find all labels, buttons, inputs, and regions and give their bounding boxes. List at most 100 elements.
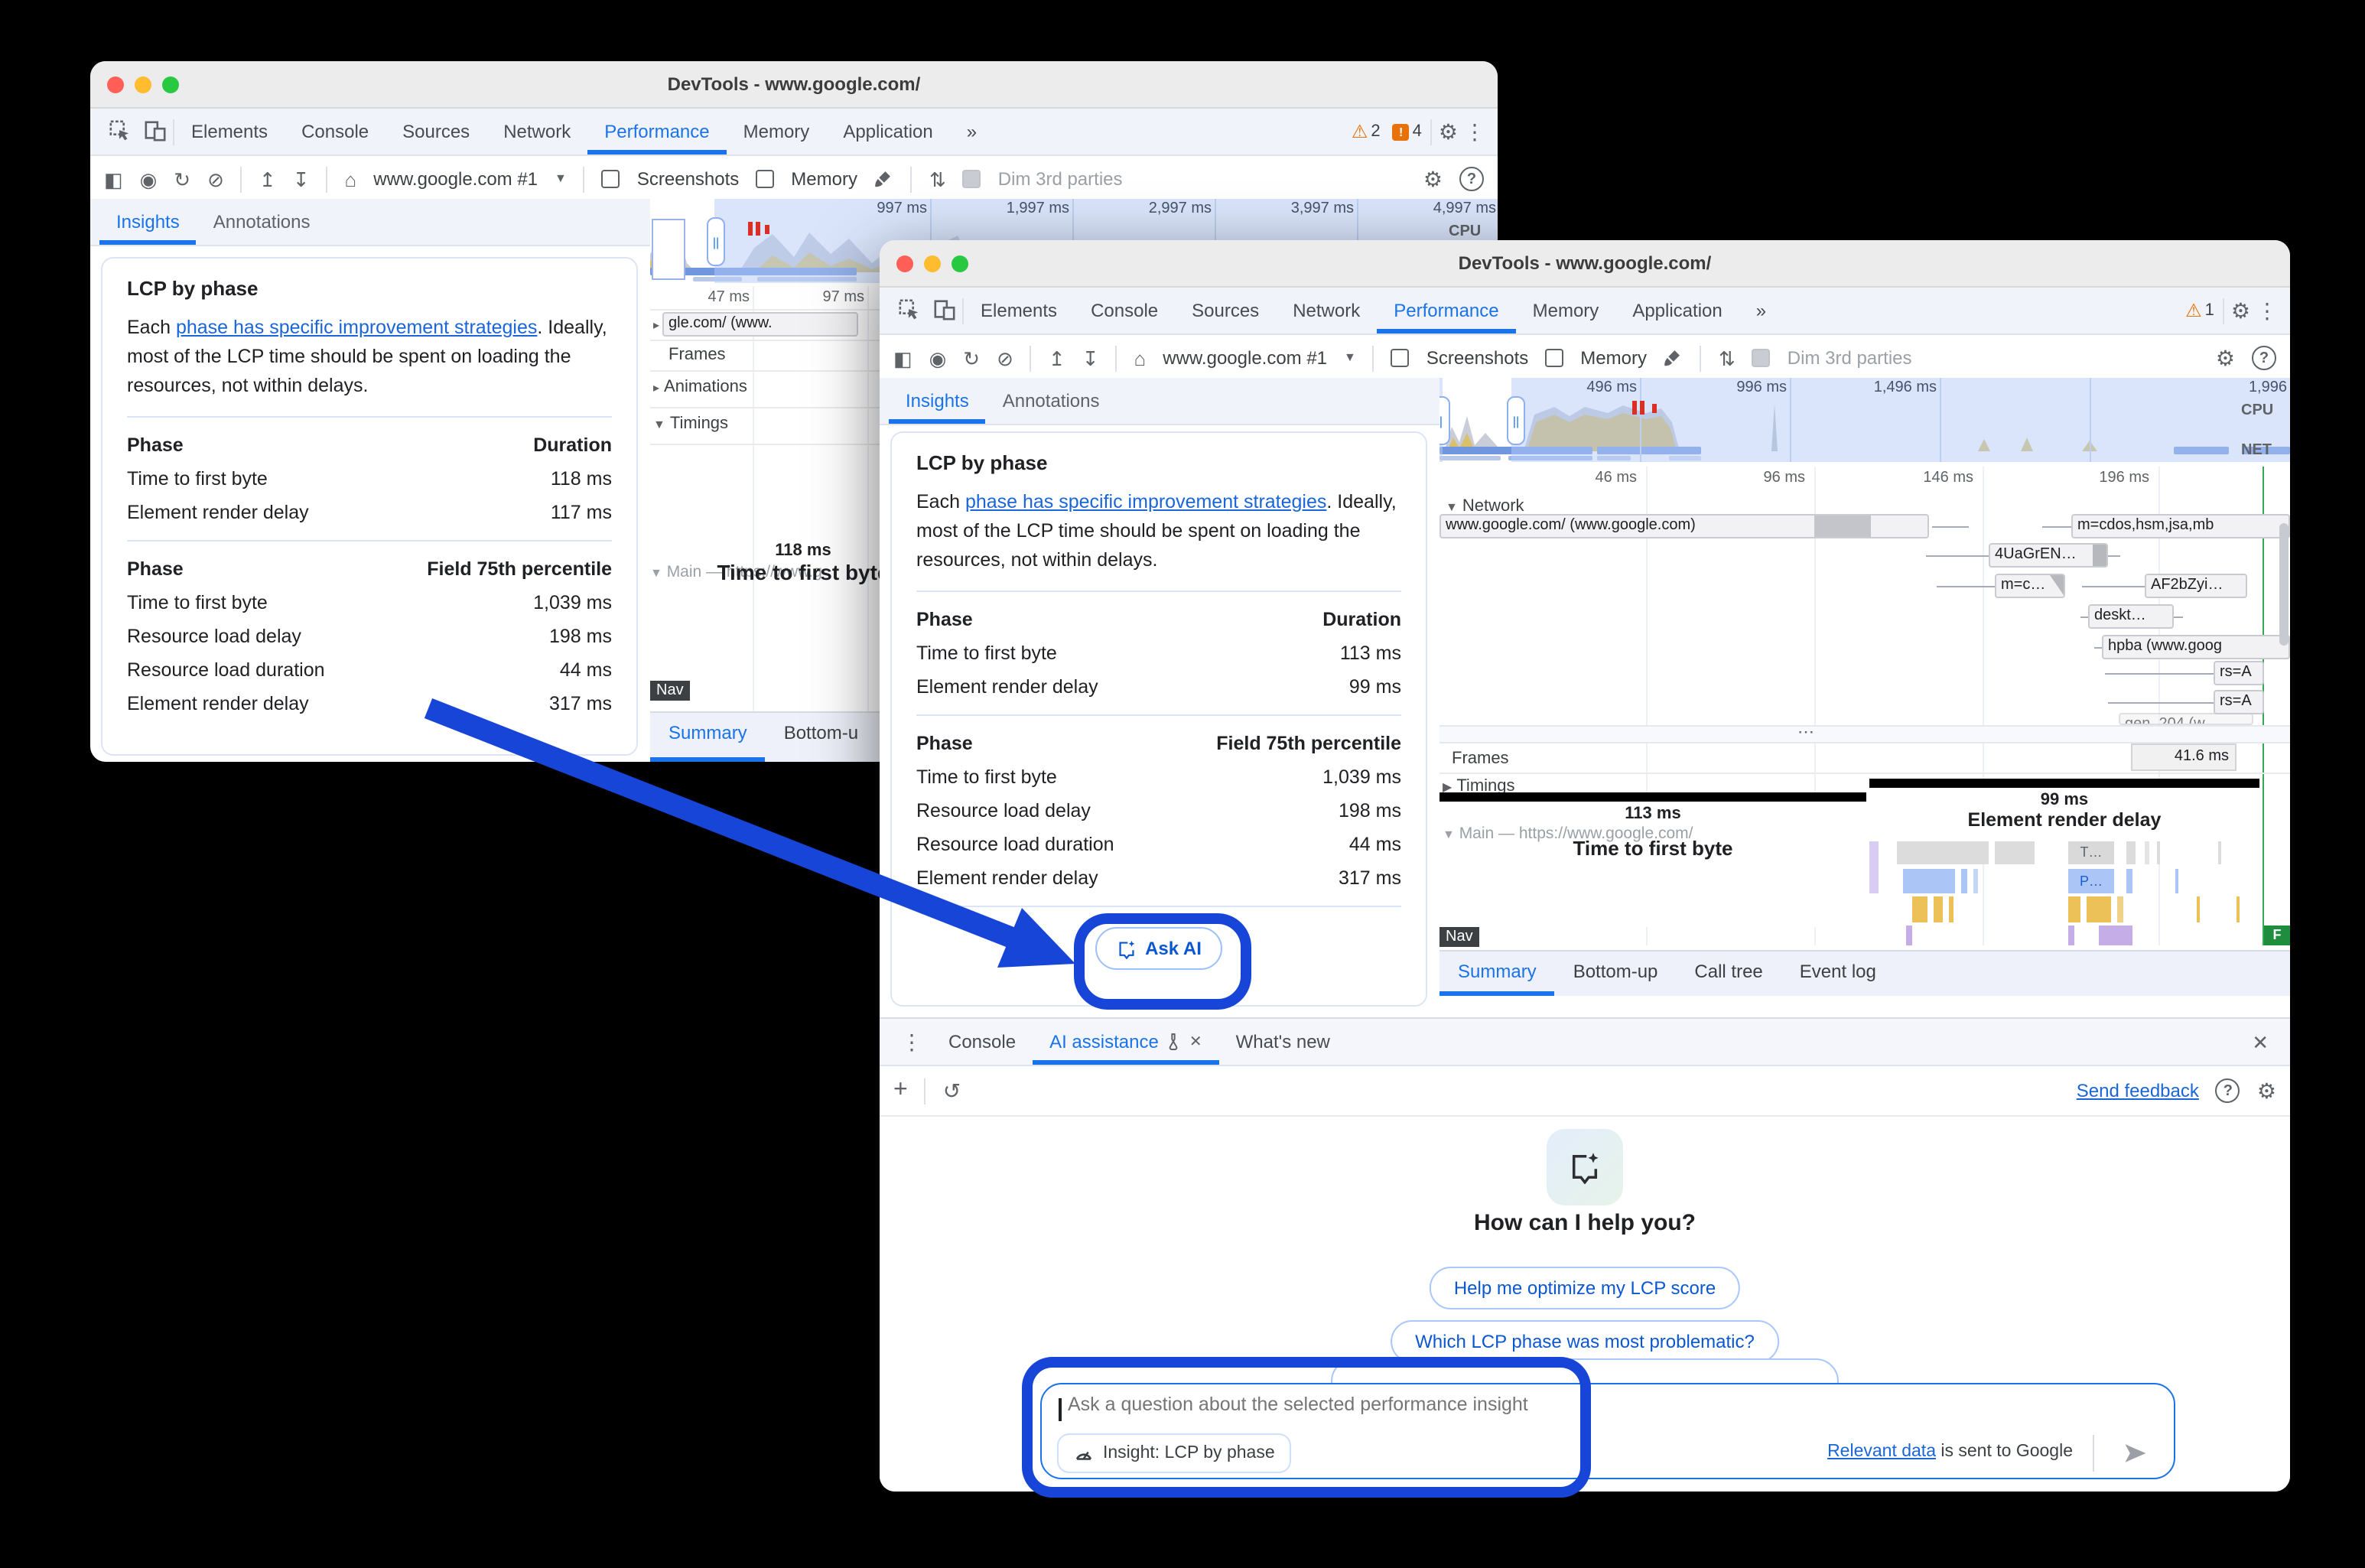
download-profile-icon[interactable]: ↧ bbox=[293, 169, 310, 189]
tab-annotations[interactable]: Annotations bbox=[986, 379, 1117, 423]
network-request[interactable]: deskt… bbox=[2088, 604, 2174, 629]
screenshot-thumbnail[interactable] bbox=[652, 219, 685, 280]
lcp-by-phase-card[interactable]: LCP by phase Each phase has specific imp… bbox=[101, 257, 638, 756]
screenshots-checkbox[interactable] bbox=[1391, 349, 1410, 367]
reload-record-icon[interactable]: ↻ bbox=[174, 169, 190, 189]
tab-whats-new[interactable]: What's new bbox=[1219, 1020, 1347, 1064]
toggle-sidebar-icon[interactable]: ◧ bbox=[893, 348, 912, 368]
kebab-menu-icon[interactable]: ⋮ bbox=[1464, 121, 1485, 142]
tab-sources[interactable]: Sources bbox=[385, 109, 486, 154]
track-expander-row[interactable]: ⋯ bbox=[1439, 725, 2290, 743]
history-select[interactable]: www.google.com #1 bbox=[1163, 347, 1327, 369]
timeline-minimap[interactable]: 496 ms 996 ms 1,496 ms 1,996 | || bbox=[1439, 378, 2290, 462]
tab-performance[interactable]: Performance bbox=[587, 109, 726, 154]
gc-brush-icon[interactable] bbox=[874, 168, 894, 190]
tab-summary[interactable]: Summary bbox=[650, 713, 766, 762]
tab-application[interactable]: Application bbox=[1615, 288, 1739, 333]
help-icon[interactable]: ? bbox=[1459, 167, 1484, 191]
kebab-menu-icon[interactable]: ⋮ bbox=[2256, 300, 2278, 321]
suggestion-chip[interactable]: Help me optimize my LCP score bbox=[1430, 1267, 1740, 1309]
settings-gear-icon[interactable]: ⚙ bbox=[2257, 1080, 2276, 1101]
tab-elements[interactable]: Elements bbox=[174, 109, 285, 154]
settings-gear-icon[interactable]: ⚙ bbox=[2231, 300, 2250, 321]
send-icon[interactable] bbox=[2122, 1440, 2149, 1475]
new-chat-icon[interactable]: + bbox=[893, 1078, 908, 1103]
tab-insights[interactable]: Insights bbox=[889, 379, 986, 423]
memory-checkbox[interactable] bbox=[756, 170, 774, 188]
tab-insights[interactable]: Insights bbox=[99, 200, 197, 244]
kebab-menu-icon[interactable]: ⋮ bbox=[901, 1031, 922, 1052]
reload-record-icon[interactable]: ↻ bbox=[963, 348, 980, 368]
lcp-by-phase-card[interactable]: LCP by phase Each phase has specific imp… bbox=[890, 431, 1427, 1007]
send-feedback-link[interactable]: Send feedback bbox=[2077, 1080, 2199, 1101]
traffic-lights[interactable] bbox=[896, 255, 968, 272]
record-icon[interactable]: ◉ bbox=[140, 169, 158, 189]
help-icon[interactable]: ? bbox=[2216, 1078, 2240, 1103]
flame-parse-label[interactable]: P… bbox=[2068, 869, 2114, 893]
tab-annotations[interactable]: Annotations bbox=[197, 200, 327, 244]
history-icon[interactable]: ↺ bbox=[943, 1080, 961, 1101]
network-request[interactable]: 4UaGrEN… bbox=[1989, 543, 2108, 568]
clear-icon[interactable]: ⊘ bbox=[997, 348, 1013, 368]
flame-task-label[interactable]: T… bbox=[2068, 841, 2114, 864]
tab-network[interactable]: Network bbox=[486, 109, 587, 154]
warning-icon[interactable]: ⚠ bbox=[2185, 300, 2202, 321]
flamechart-settings-icon[interactable]: ⇅ bbox=[1719, 348, 1736, 368]
gc-brush-icon[interactable] bbox=[1664, 346, 1683, 369]
tab-elements[interactable]: Elements bbox=[964, 288, 1074, 333]
more-tabs-icon[interactable]: » bbox=[950, 109, 994, 154]
issues-icon[interactable]: ! bbox=[1393, 123, 1410, 140]
tab-bottom-up[interactable]: Bottom-up bbox=[1555, 952, 1677, 996]
device-toolbar-icon[interactable] bbox=[144, 119, 167, 145]
network-request[interactable]: gle.com/ (www. bbox=[662, 312, 858, 337]
frame-duration[interactable]: 41.6 ms bbox=[2131, 743, 2237, 771]
home-icon[interactable]: ⌂ bbox=[345, 169, 357, 189]
traffic-lights[interactable] bbox=[107, 76, 179, 93]
toggle-sidebar-icon[interactable]: ◧ bbox=[104, 169, 123, 189]
history-select[interactable]: www.google.com #1 bbox=[373, 168, 538, 190]
network-request[interactable]: AF2bZyi… bbox=[2145, 574, 2247, 598]
inspect-icon[interactable] bbox=[109, 119, 132, 145]
memory-checkbox[interactable] bbox=[1545, 349, 1563, 367]
settings-gear-icon[interactable]: ⚙ bbox=[1439, 121, 1458, 142]
track-frames[interactable]: Frames bbox=[1452, 750, 1509, 768]
network-request[interactable]: hpba (www.goog bbox=[2102, 635, 2290, 659]
tab-performance[interactable]: Performance bbox=[1377, 288, 1515, 333]
scrollbar-thumb[interactable] bbox=[2279, 523, 2289, 646]
tab-console[interactable]: Console bbox=[285, 109, 385, 154]
tab-memory[interactable]: Memory bbox=[727, 109, 827, 154]
window-titlebar[interactable]: DevTools - www.google.com/ bbox=[880, 240, 2290, 288]
network-request[interactable]: rs=A bbox=[2214, 661, 2264, 685]
minimize-window-icon[interactable] bbox=[924, 255, 941, 272]
warning-icon[interactable]: ⚠ bbox=[1352, 121, 1368, 142]
dim-3rd-parties-checkbox[interactable] bbox=[1752, 349, 1771, 367]
ai-prompt-box[interactable]: Insight: LCP by phase Relevant data is s… bbox=[1040, 1383, 2175, 1479]
flamechart-settings-icon[interactable]: ⇅ bbox=[929, 169, 946, 189]
suggestion-chip[interactable]: Which LCP phase was most problematic? bbox=[1391, 1320, 1779, 1363]
network-request[interactable]: rs=A bbox=[2214, 690, 2264, 714]
relevant-data-link[interactable]: Relevant data bbox=[1827, 1443, 1936, 1461]
track-frames[interactable]: Frames bbox=[669, 346, 726, 364]
improvement-strategies-link[interactable]: phase has specific improvement strategie… bbox=[176, 317, 537, 338]
track-network[interactable]: ▼Network bbox=[1446, 497, 1524, 516]
settings-gear-icon[interactable]: ⚙ bbox=[1423, 168, 1443, 190]
tab-bottom-up[interactable]: Bottom-u bbox=[766, 713, 877, 762]
close-drawer-icon[interactable]: ✕ bbox=[2252, 1032, 2269, 1052]
inspect-icon[interactable] bbox=[898, 298, 921, 324]
track-timings[interactable]: ▼Timings bbox=[653, 415, 728, 433]
minimize-window-icon[interactable] bbox=[135, 76, 151, 93]
screenshots-checkbox[interactable] bbox=[602, 170, 620, 188]
chevron-down-icon[interactable]: ▼ bbox=[1344, 352, 1356, 364]
tab-event-log[interactable]: Event log bbox=[1781, 952, 1895, 996]
maximize-window-icon[interactable] bbox=[162, 76, 179, 93]
tab-memory[interactable]: Memory bbox=[1516, 288, 1616, 333]
track-animations[interactable]: ▸Animations bbox=[653, 378, 747, 396]
network-request[interactable]: gen_204 (w bbox=[2119, 713, 2253, 725]
dim-3rd-parties-checkbox[interactable] bbox=[963, 170, 981, 188]
settings-gear-icon[interactable]: ⚙ bbox=[2216, 347, 2235, 369]
tab-sources[interactable]: Sources bbox=[1175, 288, 1276, 333]
chevron-down-icon[interactable]: ▼ bbox=[555, 173, 567, 185]
device-toolbar-icon[interactable] bbox=[933, 298, 956, 324]
tab-drawer-console[interactable]: Console bbox=[932, 1020, 1033, 1064]
upload-profile-icon[interactable]: ↥ bbox=[259, 169, 276, 189]
